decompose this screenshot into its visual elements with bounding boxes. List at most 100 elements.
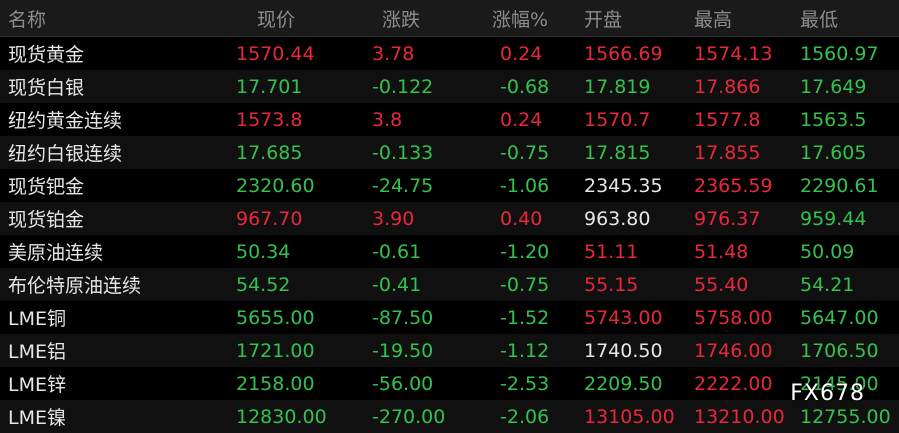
column-header-change-percent[interactable]: 涨幅% (492, 0, 548, 36)
cell-pct: -2.06 (500, 405, 550, 428)
table-row[interactable]: 现货白银 17.701 -0.122 -0.68 17.819 17.866 17.649 (0, 70, 899, 103)
table-row[interactable]: 现货黄金 1570.44 3.78 0.24 1566.69 1574.13 1560.97 (0, 37, 899, 70)
cell-high: 17.855 (694, 141, 761, 164)
cell-name: 纽约黄金连续 (8, 110, 123, 132)
cell-price: 17.701 (236, 75, 303, 98)
column-header-name[interactable]: 名称 (8, 0, 46, 36)
cell-open: 2345.35 (584, 174, 663, 197)
cell-price: 2320.60 (236, 174, 315, 197)
column-header-open[interactable]: 开盘 (584, 0, 622, 36)
cell-pct: -1.12 (500, 339, 550, 362)
table-row[interactable]: 现货铂金 967.70 3.90 0.40 963.80 976.37 959.44 (0, 202, 899, 235)
cell-price: 17.685 (236, 141, 303, 164)
fx678-watermark: FX678 (790, 381, 865, 406)
cell-change: -19.50 (372, 339, 434, 362)
cell-pct: -2.53 (500, 372, 550, 395)
cell-pct: -1.06 (500, 174, 550, 197)
cell-name: 布伦特原油连续 (8, 275, 142, 297)
cell-low: 1563.5 (800, 108, 867, 131)
quote-table: 名称 现价 涨跌 涨幅% 开盘 最高 最低 现货黄金 1570.44 3.78 0.2… (0, 0, 899, 433)
cell-price: 50.34 (236, 240, 291, 263)
cell-change: -270.00 (372, 405, 446, 428)
cell-change: -56.00 (372, 372, 434, 395)
cell-price: 967.70 (236, 207, 303, 230)
cell-high: 2222.00 (694, 372, 773, 395)
table-row[interactable]: LME铝 1721.00 -19.50 -1.12 1740.50 1746.00 1706… (0, 334, 899, 367)
cell-open: 13105.00 (584, 405, 675, 428)
table-row[interactable]: 现货钯金 2320.60 -24.75 -1.06 2345.35 2365.59 2290… (0, 169, 899, 202)
cell-low: 2290.61 (800, 174, 879, 197)
cell-open: 17.815 (584, 141, 651, 164)
cell-high: 1574.13 (694, 42, 773, 65)
cell-high: 13210.00 (694, 405, 785, 428)
cell-price: 1570.44 (236, 42, 315, 65)
cell-open: 17.819 (584, 75, 651, 98)
cell-low: 17.605 (800, 141, 867, 164)
column-header-price[interactable]: 现价 (257, 0, 295, 36)
cell-price: 1573.8 (236, 108, 303, 131)
cell-price: 2158.00 (236, 372, 315, 395)
cell-high: 976.37 (694, 207, 761, 230)
cell-change: -0.41 (372, 273, 422, 296)
table-row[interactable]: 美原油连续 50.34 -0.61 -1.20 51.11 51.48 50.09 (0, 235, 899, 268)
cell-change: -87.50 (372, 306, 434, 329)
cell-change: 3.90 (372, 207, 415, 230)
cell-low: 17.649 (800, 75, 867, 98)
cell-low: 1560.97 (800, 42, 879, 65)
cell-name: 现货钯金 (8, 176, 85, 198)
cell-pct: -0.75 (500, 273, 550, 296)
cell-high: 17.866 (694, 75, 761, 98)
cell-change: 3.78 (372, 42, 415, 65)
cell-change: -0.122 (372, 75, 434, 98)
cell-low: 1706.50 (800, 339, 879, 362)
table-row[interactable]: LME镍 12830.00 -270.00 -2.06 13105.00 13210.00… (0, 400, 899, 433)
cell-low: 50.09 (800, 240, 855, 263)
column-header-high[interactable]: 最高 (694, 0, 732, 36)
column-header-low[interactable]: 最低 (800, 0, 838, 36)
cell-name: 现货白银 (8, 77, 85, 99)
cell-name: LME镍 (8, 407, 66, 429)
cell-change: -0.61 (372, 240, 422, 263)
column-header-change[interactable]: 涨跌 (382, 0, 420, 36)
cell-change: -24.75 (372, 174, 434, 197)
cell-high: 1746.00 (694, 339, 773, 362)
cell-name: LME锌 (8, 374, 66, 396)
cell-open: 2209.50 (584, 372, 663, 395)
table-row[interactable]: 纽约白银连续 17.685 -0.133 -0.75 17.815 17.855 17.60… (0, 136, 899, 169)
cell-change: -0.133 (372, 141, 434, 164)
cell-high: 55.40 (694, 273, 749, 296)
table-row[interactable]: LME锌 2158.00 -56.00 -2.53 2209.50 2222.00 2145… (0, 367, 899, 400)
table-row[interactable]: 纽约黄金连续 1573.8 3.8 0.24 1570.7 1577.8 1563.5 (0, 103, 899, 136)
cell-name: LME铝 (8, 341, 66, 363)
cell-open: 1740.50 (584, 339, 663, 362)
cell-open: 1570.7 (584, 108, 651, 131)
cell-pct: -1.52 (500, 306, 550, 329)
cell-name: LME铜 (8, 308, 66, 330)
cell-high: 5758.00 (694, 306, 773, 329)
cell-low: 5647.00 (800, 306, 879, 329)
cell-open: 963.80 (584, 207, 651, 230)
cell-pct: -0.68 (500, 75, 550, 98)
cell-open: 1566.69 (584, 42, 663, 65)
cell-high: 1577.8 (694, 108, 761, 131)
cell-open: 51.11 (584, 240, 639, 263)
cell-high: 2365.59 (694, 174, 773, 197)
cell-pct: -0.75 (500, 141, 550, 164)
cell-price: 12830.00 (236, 405, 327, 428)
cell-low: 959.44 (800, 207, 867, 230)
cell-pct: 0.40 (500, 207, 543, 230)
cell-pct: 0.24 (500, 108, 543, 131)
table-header: 名称 现价 涨跌 涨幅% 开盘 最高 最低 (0, 0, 899, 37)
cell-pct: 0.24 (500, 42, 543, 65)
cell-high: 51.48 (694, 240, 749, 263)
table-row[interactable]: LME铜 5655.00 -87.50 -1.52 5743.00 5758.00 5647… (0, 301, 899, 334)
cell-pct: -1.20 (500, 240, 550, 263)
cell-price: 54.52 (236, 273, 291, 296)
cell-low: 54.21 (800, 273, 855, 296)
table-row[interactable]: 布伦特原油连续 54.52 -0.41 -0.75 55.15 55.40 54.21 (0, 268, 899, 301)
cell-price: 1721.00 (236, 339, 315, 362)
cell-name: 纽约白银连续 (8, 143, 123, 165)
cell-open: 5743.00 (584, 306, 663, 329)
cell-change: 3.8 (372, 108, 403, 131)
cell-name: 现货黄金 (8, 44, 85, 66)
